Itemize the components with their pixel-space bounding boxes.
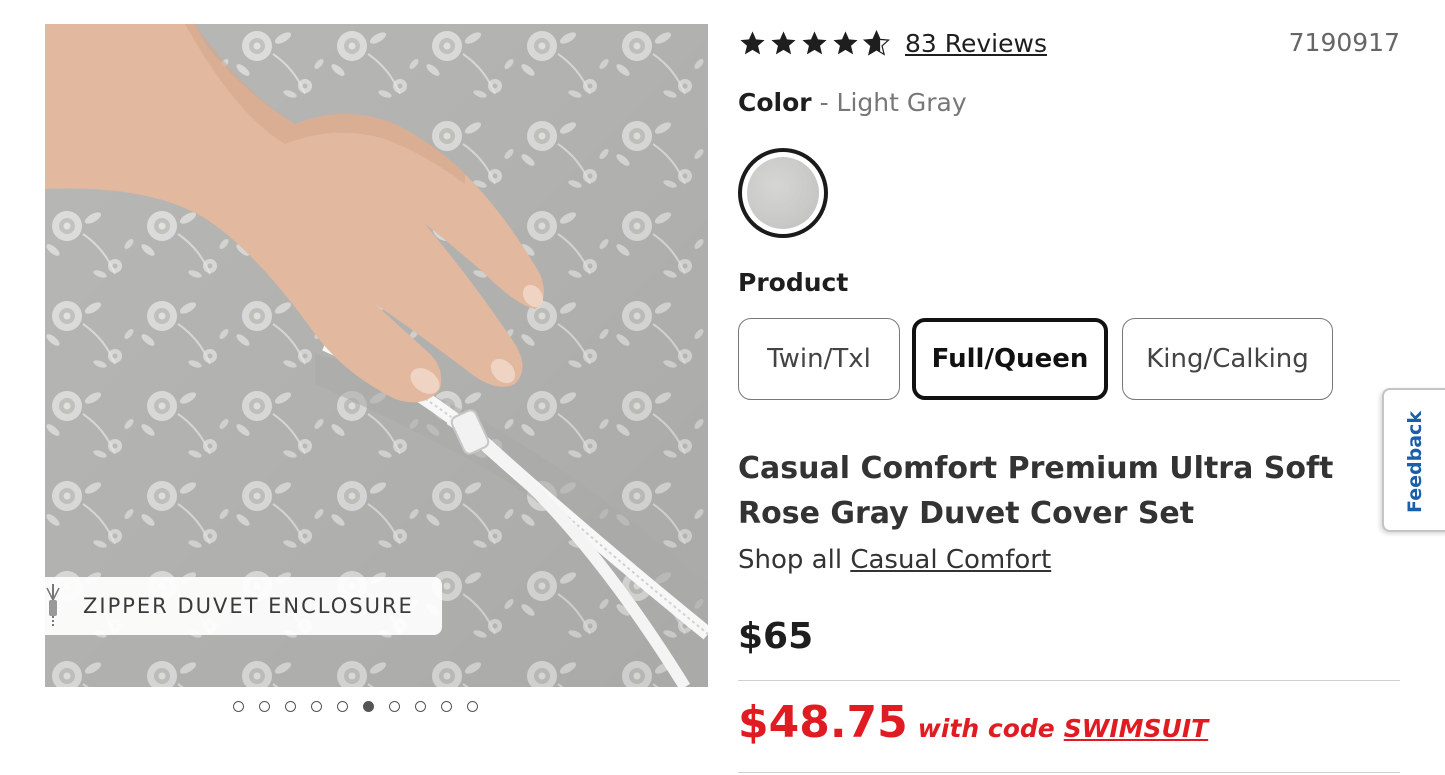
brand-link[interactable]: Casual Comfort bbox=[850, 545, 1051, 575]
gallery-dot[interactable] bbox=[389, 701, 400, 712]
promo-text: with code bbox=[917, 714, 1055, 743]
gallery-dot[interactable] bbox=[285, 701, 296, 712]
feedback-tab[interactable]: Feedback bbox=[1382, 388, 1445, 532]
product-info-panel: 83 Reviews 7190917 Color - Light Gray Pr… bbox=[738, 0, 1400, 775]
gallery-pagination[interactable] bbox=[233, 701, 478, 712]
color-selection-label: Color - Light Gray bbox=[738, 88, 967, 117]
size-option-full-queen[interactable]: Full/Queen bbox=[912, 318, 1108, 400]
shop-all-row: Shop all Casual Comfort bbox=[738, 545, 1051, 575]
gallery-dot[interactable] bbox=[467, 701, 478, 712]
bottom-divider bbox=[738, 772, 1400, 773]
gallery-dot[interactable] bbox=[441, 701, 452, 712]
sku-number: 7190917 bbox=[1288, 28, 1400, 57]
star-icon bbox=[740, 31, 765, 55]
zipper-icon bbox=[46, 584, 60, 628]
sale-price: $48.75 bbox=[738, 697, 908, 748]
swatch-fill bbox=[747, 157, 819, 229]
caption-text: ZIPPER DUVET ENCLOSURE bbox=[83, 594, 414, 618]
product-size-label: Product bbox=[738, 268, 849, 297]
gallery-dot[interactable] bbox=[415, 701, 426, 712]
price-divider bbox=[738, 680, 1400, 681]
sale-price-row: $48.75 with code SWIMSUIT bbox=[738, 697, 1208, 748]
star-icon bbox=[833, 31, 858, 55]
feedback-label: Feedback bbox=[1404, 411, 1426, 513]
rating-row: 83 Reviews bbox=[738, 29, 1047, 58]
color-label: Color bbox=[738, 88, 812, 117]
regular-price: $65 bbox=[738, 616, 814, 657]
color-separator: - bbox=[819, 88, 829, 117]
star-icon bbox=[802, 31, 827, 55]
promo-code-link[interactable]: SWIMSUIT bbox=[1064, 714, 1208, 743]
gallery-dot[interactable] bbox=[259, 701, 270, 712]
gallery-dot[interactable] bbox=[363, 701, 374, 712]
color-swatch-light-gray[interactable] bbox=[738, 148, 828, 238]
shop-all-prefix: Shop all bbox=[738, 545, 843, 575]
size-option-king-calking[interactable]: King/Calking bbox=[1122, 318, 1333, 400]
color-value: Light Gray bbox=[836, 88, 967, 117]
product-title: Casual Comfort Premium Ultra Soft Rose G… bbox=[738, 451, 1334, 531]
size-option-twin-txl[interactable]: Twin/Txl bbox=[738, 318, 900, 400]
star-rating bbox=[738, 29, 891, 58]
gallery-dot[interactable] bbox=[311, 701, 322, 712]
image-caption: ZIPPER DUVET ENCLOSURE bbox=[45, 577, 442, 635]
half-star-icon bbox=[862, 29, 891, 56]
reviews-link[interactable]: 83 Reviews bbox=[905, 29, 1047, 58]
product-image-gallery[interactable]: ZIPPER DUVET ENCLOSURE bbox=[45, 24, 708, 687]
gallery-dot[interactable] bbox=[233, 701, 244, 712]
star-icon bbox=[771, 31, 796, 55]
gallery-dot[interactable] bbox=[337, 701, 348, 712]
